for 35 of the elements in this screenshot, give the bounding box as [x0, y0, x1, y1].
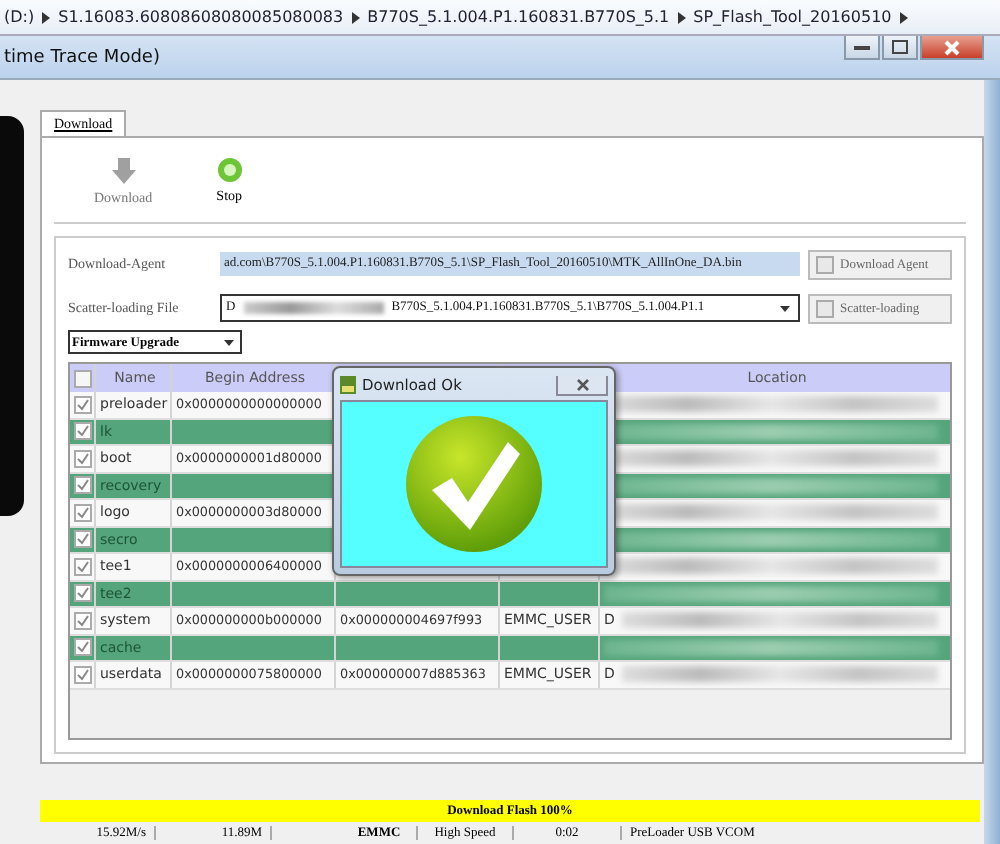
breadcrumb-item[interactable]: B770S_5.1.004.P1.160831.B770S_5.1: [367, 8, 670, 27]
breadcrumb-item[interactable]: SP_Flash_Tool_20160510: [693, 8, 892, 27]
checkbox[interactable]: [73, 476, 91, 495]
close-icon: [944, 39, 960, 56]
address-bar[interactable]: (D:) S1.16083.60808608080085080083 B770S_5.1.004.P1.160831.B770S_5.1 SP_Flash_Tool_20160510: [0, 0, 1000, 37]
close-button[interactable]: [556, 375, 608, 395]
checkbox[interactable]: [73, 584, 91, 603]
checkbox[interactable]: [73, 449, 91, 468]
blurred-text: [243, 302, 384, 314]
checkbox[interactable]: [73, 611, 91, 630]
checkbox[interactable]: [73, 665, 91, 684]
close-button[interactable]: [920, 36, 984, 61]
minimize-icon: [854, 44, 870, 51]
maximize-icon: [892, 40, 908, 55]
breadcrumb-item[interactable]: (D:): [4, 8, 35, 27]
chevron-icon: [42, 11, 51, 24]
checkmark-icon: [404, 414, 544, 554]
checkbox[interactable]: [73, 395, 91, 414]
chevron-icon: [677, 11, 686, 24]
select-all-checkbox[interactable]: [73, 369, 91, 387]
checkbox[interactable]: [73, 638, 91, 657]
down-arrow-icon: [111, 158, 136, 184]
breadcrumb-item[interactable]: S1.16083.60808608080085080083: [58, 8, 344, 27]
window-title: time Trace Mode): [2, 47, 160, 68]
checkbox[interactable]: [73, 557, 91, 576]
checkbox[interactable]: [73, 530, 91, 549]
chevron-icon: [351, 11, 360, 24]
app-icon: [340, 376, 356, 394]
minimize-button[interactable]: [844, 36, 880, 61]
close-icon: [575, 377, 589, 391]
stop-icon: [217, 158, 242, 182]
checkbox[interactable]: [73, 422, 91, 441]
maximize-button[interactable]: [882, 36, 918, 61]
chevron-icon: [899, 11, 908, 24]
checkbox[interactable]: [73, 503, 91, 522]
